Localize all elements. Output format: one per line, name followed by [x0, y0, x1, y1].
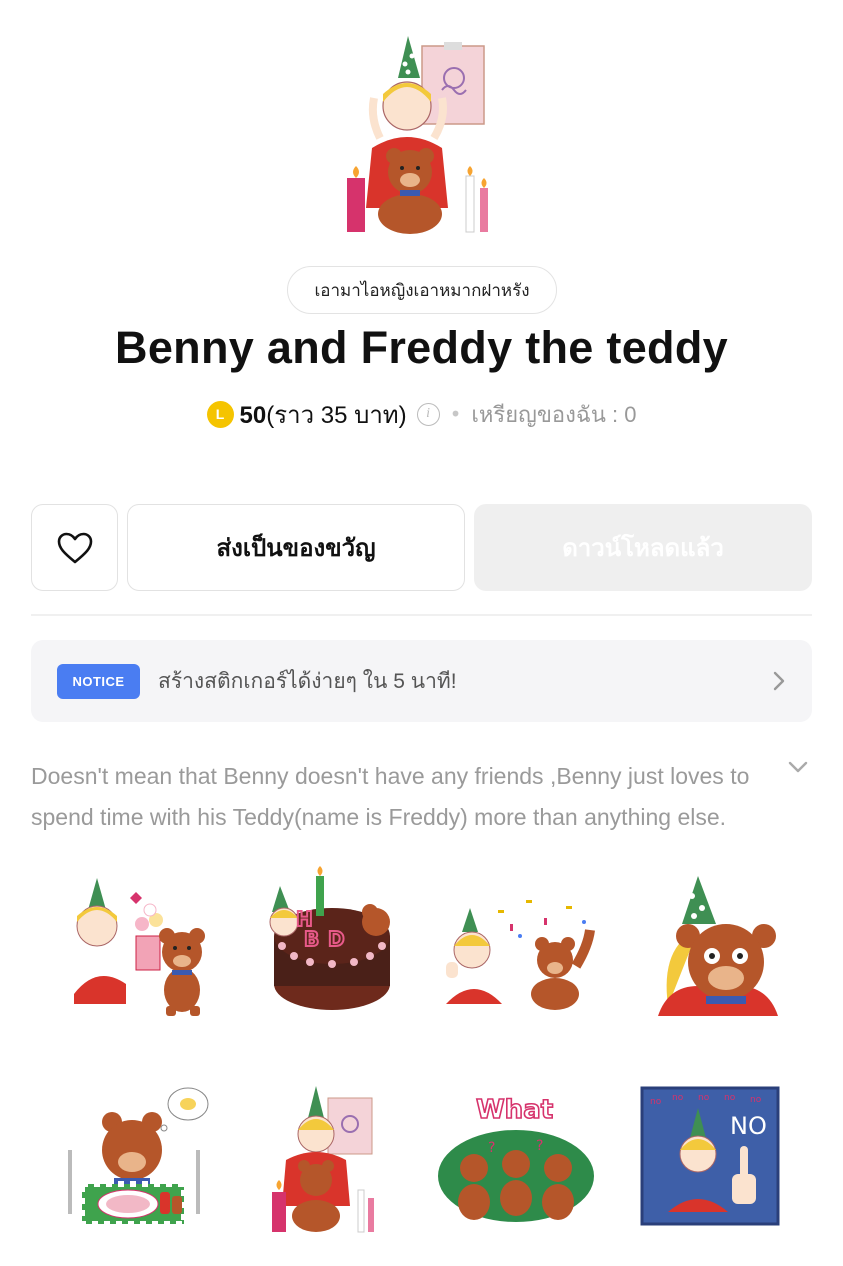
sticker-what-text: What [476, 1095, 553, 1125]
sticker-flowers-gift[interactable] [52, 866, 212, 1026]
sticker-birthday-cake[interactable]: H B D [252, 866, 412, 1026]
send-gift-label: ส่งเป็นของขวัญ [216, 534, 376, 562]
svg-text:?: ? [536, 1138, 543, 1154]
svg-text:no: no [650, 1097, 662, 1107]
separator-dot: • [449, 402, 462, 426]
send-gift-button[interactable]: ส่งเป็นของขวัญ [127, 504, 465, 591]
svg-text:no: no [750, 1095, 762, 1105]
info-icon[interactable]: i [416, 402, 440, 426]
chevron-down-icon[interactable] [787, 760, 809, 774]
notice-banner[interactable]: NOTICE สร้างสติกเกอร์ได้ง่ายๆ ใน 5 นาที! [31, 640, 812, 722]
sticker-teddy-hungry[interactable] [52, 1080, 212, 1240]
svg-text:no: no [724, 1093, 736, 1103]
downloaded-button[interactable]: ดาวน์โหลดแล้ว [474, 504, 812, 591]
sticker-no-no[interactable]: NO no no no no no [628, 1080, 788, 1240]
author-chip[interactable]: เอามาไอหญิงเอาหมากฝาหรัง [287, 266, 557, 314]
price-text: 50(ราว 35 บาท) [240, 395, 407, 434]
sticker-what-teddies[interactable]: What ? ? [436, 1080, 596, 1240]
sticker-description: Doesn't mean that Benny doesn't have any… [31, 763, 750, 830]
my-coins-balance: เหรียญของฉัน : 0 [471, 401, 637, 427]
svg-text:D: D [328, 927, 345, 951]
line-coin-icon: L [206, 400, 234, 428]
sticker-drawing-candles[interactable] [252, 1080, 412, 1240]
svg-text:?: ? [488, 1140, 495, 1156]
price-amount: 50 [239, 401, 267, 429]
svg-text:B: B [304, 927, 319, 951]
section-divider [31, 614, 812, 616]
svg-text:no: no [698, 1093, 710, 1103]
sticker-teddy-closeup[interactable] [628, 866, 788, 1026]
downloaded-label: ดาวน์โหลดแล้ว [562, 534, 724, 562]
sticker-confetti-celebrate[interactable] [436, 866, 596, 1026]
sticker-title: Benny and Freddy the teddy [115, 322, 728, 373]
sticker-no-text: NO [730, 1112, 767, 1140]
notice-text: สร้างสติกเกอร์ได้ง่ายๆ ใน 5 นาที! [158, 669, 457, 693]
main-sticker-image [342, 28, 502, 238]
chevron-right-icon [773, 671, 785, 691]
price-row: L 50(ราว 35 บาท) i • เหรียญของฉัน : 0 [0, 396, 843, 432]
heart-icon [57, 532, 92, 563]
svg-text:no: no [672, 1093, 684, 1103]
like-button[interactable] [31, 504, 118, 591]
author-name: เอามาไอหญิงเอาหมากฝาหรัง [314, 280, 530, 301]
notice-badge: NOTICE [57, 663, 140, 699]
price-baht: (ราว 35 บาท) [266, 401, 407, 429]
